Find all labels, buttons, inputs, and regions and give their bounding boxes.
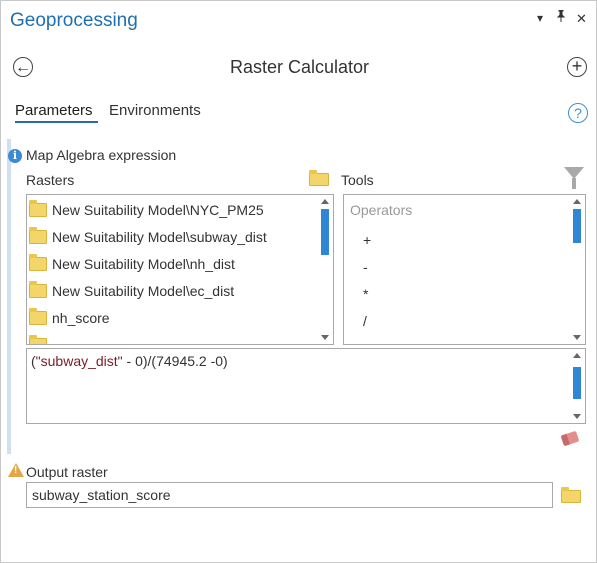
raster-folder-icon xyxy=(29,200,47,217)
scroll-up-icon[interactable] xyxy=(321,199,329,204)
operators-scrollbar[interactable] xyxy=(571,197,583,342)
raster-folder-icon xyxy=(29,335,47,344)
scroll-down-icon[interactable] xyxy=(321,335,329,340)
operator-plus[interactable]: + xyxy=(363,232,371,248)
plus-icon: + xyxy=(571,56,583,76)
scroll-thumb[interactable] xyxy=(321,209,329,255)
scroll-up-icon[interactable] xyxy=(573,353,581,358)
browse-output-button[interactable] xyxy=(561,487,586,506)
raster-item[interactable]: nh_score xyxy=(29,308,110,326)
scroll-down-icon[interactable] xyxy=(573,414,581,419)
tab-environments[interactable]: Environments xyxy=(109,102,201,119)
close-icon[interactable]: ✕ xyxy=(576,11,587,27)
scroll-up-icon[interactable] xyxy=(573,199,581,204)
expression-text[interactable]: ("subway_dist" - 0)/(74945.2 -0) xyxy=(31,353,228,369)
raster-item[interactable]: New Suitability Model\nh_dist xyxy=(29,254,235,272)
pane-title: Geoprocessing xyxy=(10,10,138,31)
geoprocessing-pane: Geoprocessing ▾ ✕ ← Raster Calculator + … xyxy=(0,0,597,563)
raster-item-partial[interactable] xyxy=(29,335,52,344)
pin-icon[interactable] xyxy=(556,9,566,25)
output-raster-label: Output raster xyxy=(26,464,108,480)
eraser-icon[interactable] xyxy=(560,430,580,447)
rasters-label: Rasters xyxy=(26,172,75,188)
add-button[interactable]: + xyxy=(567,57,587,77)
active-tab-underline xyxy=(15,121,98,123)
folder-open-icon xyxy=(561,487,581,503)
raster-item[interactable]: New Suitability Model\NYC_PM25 xyxy=(29,200,264,218)
raster-item[interactable]: New Suitability Model\ec_dist xyxy=(29,281,234,299)
operator-divide[interactable]: / xyxy=(363,313,367,329)
map-algebra-label: Map Algebra expression xyxy=(26,147,177,163)
operators-header: Operators xyxy=(350,202,413,218)
folder-open-icon xyxy=(309,170,329,186)
pane-menu-icon[interactable]: ▾ xyxy=(537,11,543,25)
rasters-list[interactable]: New Suitability Model\NYC_PM25 New Suita… xyxy=(26,194,334,345)
rasters-scrollbar[interactable] xyxy=(319,197,331,342)
help-button[interactable]: ? xyxy=(568,103,588,123)
expression-scrollbar[interactable] xyxy=(571,351,583,421)
tool-title: Raster Calculator xyxy=(229,57,370,77)
raster-reference: "subway_dist" xyxy=(35,353,123,369)
raster-item[interactable]: New Suitability Model\subway_dist xyxy=(29,227,267,245)
operators-list[interactable]: Operators + - * / xyxy=(343,194,586,345)
info-icon: i xyxy=(8,149,22,163)
raster-folder-icon xyxy=(29,254,47,271)
scroll-thumb[interactable] xyxy=(573,209,581,243)
raster-folder-icon xyxy=(29,281,47,298)
raster-folder-icon xyxy=(29,308,47,325)
operator-minus[interactable]: - xyxy=(363,259,368,275)
tools-label: Tools xyxy=(341,172,374,188)
tab-parameters[interactable]: Parameters xyxy=(15,102,93,119)
browse-rasters-button[interactable] xyxy=(309,170,334,189)
warning-icon: ! xyxy=(8,463,24,477)
scroll-thumb[interactable] xyxy=(573,367,581,399)
operator-multiply[interactable]: * xyxy=(363,286,368,302)
parameter-focus-bar xyxy=(7,139,11,454)
raster-folder-icon xyxy=(29,227,47,244)
scroll-down-icon[interactable] xyxy=(573,335,581,340)
filter-icon[interactable] xyxy=(564,167,584,189)
output-raster-input[interactable]: subway_station_score xyxy=(26,482,553,508)
help-icon: ? xyxy=(574,105,582,121)
